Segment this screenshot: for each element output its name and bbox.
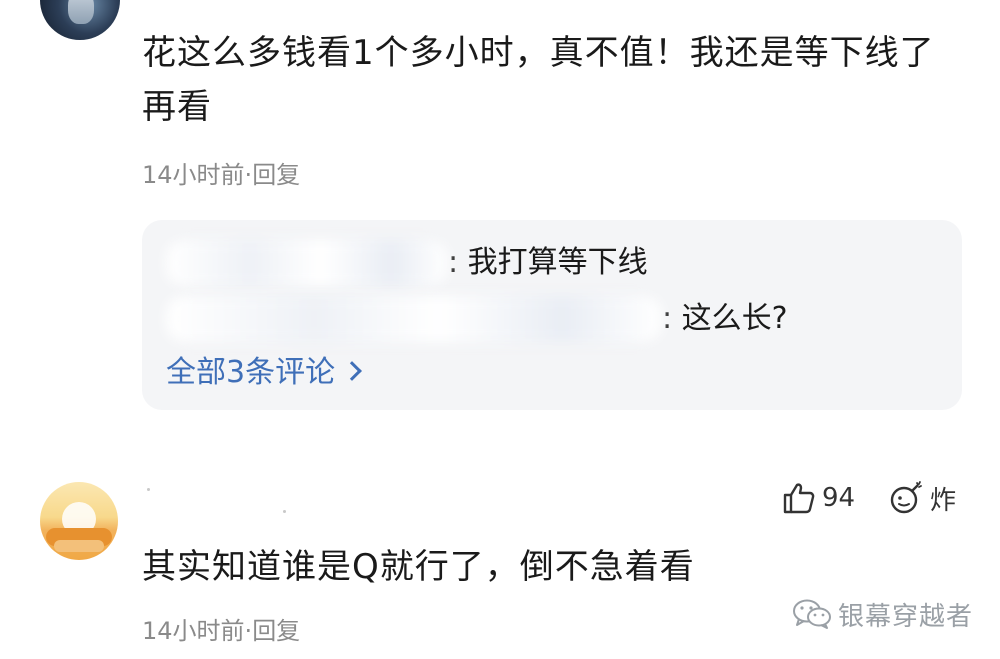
username-redacted[interactable]	[145, 484, 315, 514]
bomb-button[interactable]: 炸	[888, 478, 956, 518]
bomb-label: 炸	[930, 485, 957, 516]
reply-username-redacted[interactable]	[166, 296, 662, 342]
reply-button[interactable]: 回复	[252, 161, 300, 189]
avatar[interactable]	[40, 0, 120, 40]
watermark: 银幕穿越者	[792, 594, 973, 634]
like-count: 94	[822, 483, 856, 513]
watermark-text: 银幕穿越者	[838, 601, 974, 632]
avatar[interactable]	[40, 482, 118, 560]
reply-text: : 我打算等下线	[448, 245, 648, 280]
like-button[interactable]: 94	[782, 478, 855, 518]
avatar-face	[68, 0, 94, 24]
chevron-right-icon	[342, 361, 362, 381]
view-all-label: 全部3条评论	[166, 355, 336, 390]
thumbs-up-icon	[783, 483, 815, 514]
comment-text: 花这么多钱看1个多小时，真不值！我还是等下线了再看	[142, 33, 935, 127]
reply-item[interactable]: : 这么长?	[166, 296, 788, 342]
comment-meta: 14小时前·回复	[142, 614, 300, 648]
reply-button[interactable]: 回复	[252, 617, 300, 645]
comment-text: 其实知道谁是Q就行了，倒不急着看	[142, 547, 695, 587]
comment-time: 14小时前	[142, 161, 245, 189]
view-all-replies-link[interactable]: 全部3条评论	[166, 350, 362, 396]
reply-text: : 这么长?	[662, 301, 788, 336]
reply-username-redacted[interactable]	[166, 240, 448, 286]
avatar-cloud	[54, 540, 104, 552]
wechat-icon	[793, 599, 831, 629]
comment-time: 14小时前	[142, 617, 245, 645]
reply-item[interactable]: : 我打算等下线	[166, 240, 648, 286]
replies-panel: : 我打算等下线 : 这么长? 全部3条评论	[142, 220, 962, 410]
bomb-icon	[890, 481, 922, 514]
comment-meta: 14小时前·回复	[142, 158, 300, 192]
